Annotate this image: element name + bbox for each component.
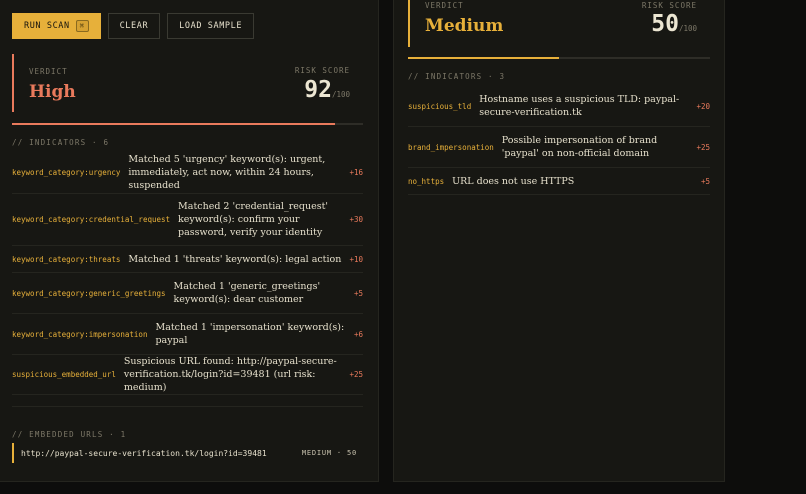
indicator-description: Matched 1 'generic_greetings' keyword(s)… [173, 281, 321, 305]
indicator-description: Suspicious URL found: http://paypal-secu… [123, 356, 337, 393]
indicator-key: suspicious_tld [408, 101, 472, 111]
indicator-description: Matched 1 'impersonation' keyword(s): pa… [155, 322, 345, 346]
indicator-row: suspicious_tld Hostname uses a suspicious… [408, 86, 710, 127]
indicator-score: +20 [696, 101, 710, 111]
url-risk-bar [408, 57, 710, 59]
url-indicator-list: suspicious_tld Hostname uses a suspicious… [408, 86, 710, 195]
indicator-row: suspicious_embedded_url Suspicious URL fo… [12, 355, 363, 395]
indicator-description: Matched 2 'credential_request' keyword(s… [178, 201, 328, 238]
risk-score-label: RISK SCORE [641, 1, 697, 10]
toolbar: RUN SCAN ⌘ CLEAR LOAD SAMPLE [12, 13, 255, 39]
risk-score-value: 50 [651, 11, 679, 37]
indicator-score: +30 [349, 215, 363, 224]
embedded-url-risk: MEDIUM · 50 [301, 449, 357, 457]
risk-score-value: 92 [304, 77, 332, 103]
run-scan-button[interactable]: RUN SCAN ⌘ [12, 13, 101, 39]
verdict-value: Medium [425, 16, 504, 36]
indicator-description: Matched 1 'threats' keyword(s): legal ac… [128, 253, 342, 265]
indicator-key: suspicious_embedded_url [12, 370, 116, 379]
text-risk-bar-fill [12, 123, 335, 125]
indicator-key: keyword_category:urgency [12, 168, 121, 177]
indicator-score: +16 [349, 168, 363, 177]
keyboard-shortcut-icon: ⌘ [75, 20, 89, 32]
indicator-row: keyword_category:impersonation Matched 1 … [12, 314, 363, 355]
text-indicator-list: keyword_category:urgency Matched 5 'urgen… [12, 152, 363, 395]
indicator-score: +6 [353, 329, 363, 339]
indicator-key: no_https [408, 176, 445, 186]
text-risk-bar [12, 123, 363, 125]
embedded-url-row[interactable]: http://paypal-secure-verification.tk/log… [12, 443, 357, 463]
run-scan-label: RUN SCAN [24, 21, 70, 31]
indicator-key: keyword_category:impersonation [12, 329, 148, 339]
embedded-urls-heading: // EMBEDDED URLS · 1 [12, 430, 127, 439]
url-verdict-card: VERDICT Medium RISK SCORE 50/100 [408, 0, 710, 47]
divider [12, 406, 363, 407]
indicator-row: keyword_category:generic_greetings Matche… [12, 273, 363, 314]
risk-score-max: /100 [331, 90, 350, 99]
url-risk-bar-fill [408, 57, 559, 59]
clear-button[interactable]: CLEAR [107, 13, 161, 39]
indicator-key: keyword_category:threats [12, 254, 121, 264]
indicator-score: +5 [700, 176, 710, 186]
indicator-key: brand_impersonation [408, 142, 494, 152]
indicator-row: keyword_category:urgency Matched 5 'urgen… [12, 152, 363, 194]
indicator-description: Hostname uses a suspicious TLD: paypal-s… [479, 94, 680, 118]
url-indicators-heading: // INDICATORS · 3 [408, 72, 506, 81]
risk-score-label: RISK SCORE [294, 66, 350, 75]
indicator-key: keyword_category:credential_request [12, 215, 171, 224]
indicator-score: +5 [353, 288, 363, 298]
indicator-description: Possible impersonation of brand 'paypal'… [501, 135, 658, 159]
text-verdict-card: VERDICT High RISK SCORE 92/100 [12, 54, 363, 112]
verdict-value: High [29, 82, 76, 102]
indicator-row: keyword_category:credential_request Match… [12, 194, 363, 246]
text-indicators-heading: // INDICATORS · 6 [12, 138, 110, 147]
indicator-row: no_https URL does not use HTTPS +5 [408, 168, 710, 195]
indicator-key: keyword_category:generic_greetings [12, 288, 166, 298]
embedded-url-text: http://paypal-secure-verification.tk/log… [21, 448, 267, 458]
verdict-label: VERDICT [29, 67, 68, 76]
indicator-score: +25 [349, 370, 363, 379]
indicator-description: URL does not use HTTPS [452, 175, 575, 187]
indicator-description: Matched 5 'urgency' keyword(s): urgent, … [128, 154, 326, 191]
indicator-row: brand_impersonation Possible impersonatio… [408, 127, 710, 168]
indicator-score: +10 [349, 254, 363, 264]
verdict-label: VERDICT [425, 1, 464, 10]
indicator-score: +25 [696, 142, 710, 152]
indicator-row: keyword_category:threats Matched 1 'threa… [12, 246, 363, 273]
load-sample-button[interactable]: LOAD SAMPLE [167, 13, 255, 39]
risk-score-max: /100 [678, 24, 697, 33]
